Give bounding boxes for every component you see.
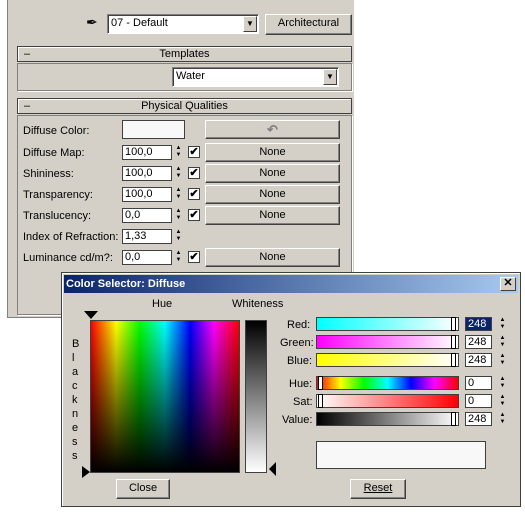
undo-arrow-icon: ↶ [267,122,278,137]
sat-label: Sat: [293,396,313,408]
rollout-title: Physical Qualities [141,100,228,112]
hue-value[interactable]: 0 [465,376,492,390]
blackness-axis-label: B l a c k n e s s [72,338,80,462]
spinner[interactable]: ▲ ▼ [174,166,183,181]
diffuse-map-button[interactable]: None [205,143,340,162]
diffuse-color-swatch[interactable] [122,120,185,139]
translucency-label: Translucency: [23,210,92,222]
whiteness-axis-label: Whiteness [232,298,284,310]
chevron-down-icon[interactable]: ▼ [243,16,257,32]
blue-value[interactable]: 248 [465,353,492,367]
templates-selected: Water [176,70,205,82]
translucency-checkbox[interactable]: ✔ [188,209,200,221]
diffuse-map-label: Diffuse Map: [23,147,85,159]
luminance-map-button[interactable]: None [205,248,340,267]
blue-label: Blue: [287,355,313,367]
transparency-value[interactable]: 100,0 [122,187,172,202]
hue-blackness-field[interactable] [90,320,240,473]
eyedropper-icon[interactable]: ✒ [86,14,98,31]
shininess-map-button[interactable]: None [205,164,340,183]
whiteness-pointer-icon[interactable] [269,462,276,476]
diffuse-color-label: Diffuse Color: [23,125,90,137]
spinner[interactable]: ▲ ▼ [498,394,507,409]
spinner[interactable]: ▲ ▼ [498,412,507,427]
material-editor-panel: ✒ 07 - Default ▼ Architectural – Templat… [7,0,354,318]
spinner[interactable]: ▲ ▼ [174,145,183,160]
undo-button[interactable]: ↶ [205,120,340,139]
red-slider[interactable] [316,317,459,331]
dialog-title: Color Selector: Diffuse [66,278,186,290]
rollout-title: Templates [159,48,210,60]
templates-dropdown[interactable]: Water ▼ [172,67,339,87]
blue-slider[interactable] [316,353,459,367]
chevron-down-icon[interactable]: ▼ [323,69,337,85]
color-preview-swatch [316,441,486,469]
value-value[interactable]: 248 [465,412,492,426]
luminance-label: Luminance cd/m?: [23,252,113,264]
index-of-refraction-label: Index of Refraction: [23,231,119,243]
templates-rollout-header[interactable]: – Templates [17,46,352,62]
index-of-refraction-value[interactable]: 1,33 [122,229,172,244]
luminance-value[interactable]: 0,0 [122,250,172,265]
architectural-button[interactable]: Architectural [265,14,352,35]
translucency-map-button[interactable]: None [205,206,340,225]
shininess-value[interactable]: 100,0 [122,166,172,181]
value-label: Value: [282,414,313,426]
hue-label: Hue: [289,378,313,390]
spinner[interactable]: ▲ ▼ [498,317,507,332]
sat-value[interactable]: 0 [465,394,492,408]
shininess-label: Shininess: [23,168,74,180]
physical-rollout-header[interactable]: – Physical Qualities [17,98,352,114]
green-label: Green: [280,337,314,349]
shininess-checkbox[interactable]: ✔ [188,167,200,179]
translucency-value[interactable]: 0,0 [122,208,172,223]
dialog-titlebar[interactable]: Color Selector: Diffuse ✕ [64,275,518,293]
spinner[interactable]: ▲ ▼ [174,187,183,202]
color-selector-dialog: Color Selector: Diffuse ✕ Hue Whiteness … [61,272,521,507]
spinner[interactable]: ▲ ▼ [174,208,183,223]
green-slider[interactable] [316,335,459,349]
diffuse-map-checkbox[interactable]: ✔ [188,146,200,158]
transparency-map-button[interactable]: None [205,185,340,204]
spinner[interactable]: ▲ ▼ [498,335,507,350]
close-icon[interactable]: ✕ [500,277,516,291]
close-button[interactable]: Close [116,479,170,499]
material-name-value: 07 - Default [111,17,168,29]
sat-slider[interactable] [316,394,459,408]
hue-slider[interactable] [316,376,459,390]
blackness-pointer-icon[interactable] [82,466,90,478]
transparency-label: Transparency: [23,189,93,201]
spinner[interactable]: ▲ ▼ [174,229,183,244]
red-label: Red: [287,319,311,331]
reset-button[interactable]: Reset [350,479,406,499]
material-name-combo[interactable]: 07 - Default ▼ [107,14,259,34]
spinner[interactable]: ▲ ▼ [498,353,507,368]
luminance-checkbox[interactable]: ✔ [188,251,200,263]
value-slider[interactable] [316,412,459,426]
hue-pointer-icon[interactable] [84,311,98,319]
red-value[interactable]: 248 [465,317,492,331]
spinner[interactable]: ▲ ▼ [498,376,507,391]
spinner[interactable]: ▲ ▼ [174,250,183,265]
green-value[interactable]: 248 [465,335,492,349]
transparency-checkbox[interactable]: ✔ [188,188,200,200]
hue-axis-label: Hue [152,298,173,310]
diffuse-map-value[interactable]: 100,0 [122,145,172,160]
whiteness-strip[interactable] [245,320,267,473]
